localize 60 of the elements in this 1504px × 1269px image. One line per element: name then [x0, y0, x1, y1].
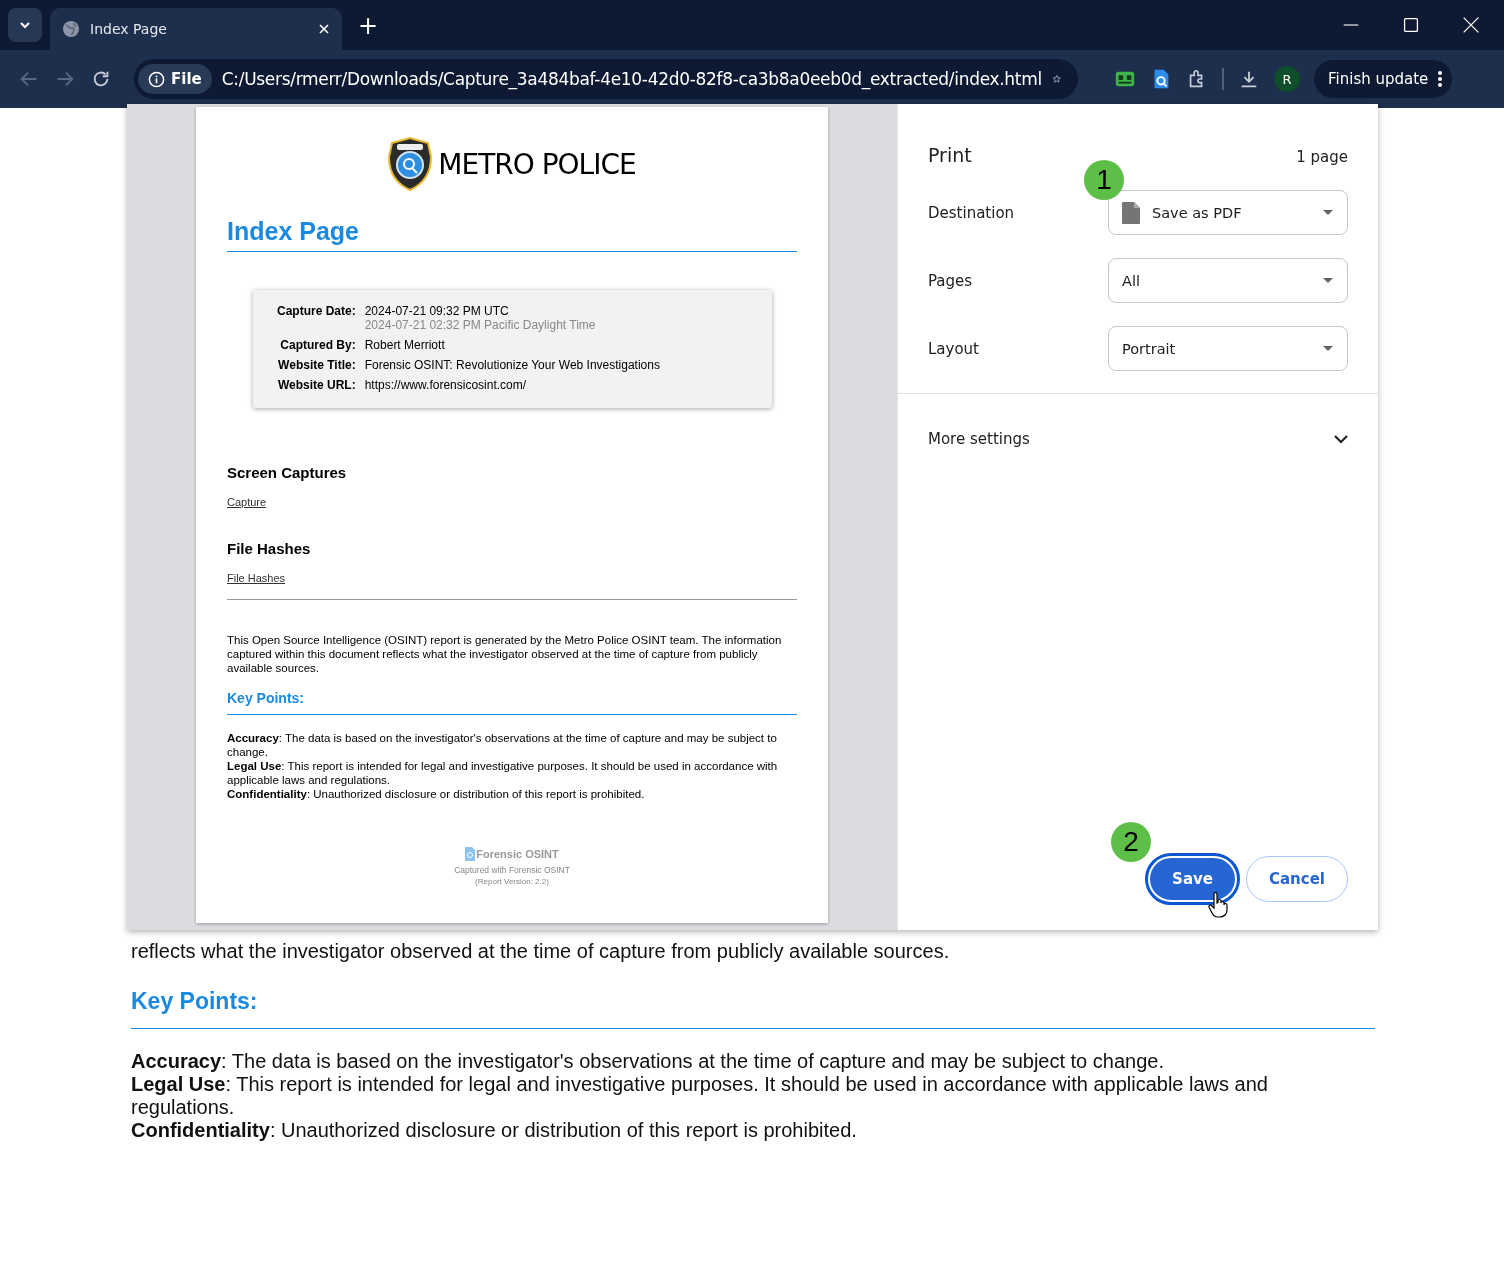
info-value: https://www.forensicosint.com/	[364, 378, 528, 392]
key-point: Confidentiality: Unauthorized disclosure or distribution of this report is prohibited.	[131, 1119, 858, 1142]
info-label: Captured By:	[279, 338, 356, 352]
section-link[interactable]: File Hashes	[227, 572, 286, 584]
key-point: Confidentiality: Unauthorized disclosure or distribution of this report is prohibited.	[227, 787, 646, 801]
step-badge: 1	[1084, 160, 1124, 200]
browser-tab[interactable]: Index Page	[50, 8, 342, 50]
footer-brand: Forensic OSINT	[476, 848, 559, 860]
report-paragraph: reflects what the investigator observed at the time of capture from publicly available sources.	[131, 940, 951, 963]
setting-label: Destination	[928, 203, 1015, 222]
chevron-icon[interactable]	[1334, 434, 1348, 444]
setting-dropdown[interactable]: Save as PDF	[1108, 190, 1348, 235]
key-point: Accuracy: The data is based on the investigator's observations at the time of capture and may be subject to change.	[227, 731, 778, 759]
document-title: Index Page	[227, 217, 360, 246]
address-bar[interactable]: File C:/Users/rmerr/Downloads/Capture_3a484baf-4e10-42d0-82f8-ca3b8a0eeb0d_extracted/index.html	[134, 59, 1078, 99]
info-label: Website URL:	[277, 378, 356, 392]
section-heading: File Hashes	[227, 540, 312, 557]
info-label: Capture Date:	[277, 304, 356, 320]
report-version: (Report Version: 2.2)	[475, 877, 549, 886]
dropdown-arrow-icon	[1323, 278, 1333, 283]
info-label: Website Title:	[277, 358, 356, 372]
setting-label: Pages	[928, 271, 973, 290]
info-value: 2024-07-21 09:32 PM UTC	[364, 304, 510, 318]
cancel-button[interactable]: Cancel	[1246, 856, 1348, 902]
globe-icon	[62, 20, 80, 38]
setting-dropdown[interactable]: All	[1108, 258, 1348, 303]
footer-caption: Captured with Forensic OSINT	[454, 865, 570, 875]
key-points-heading: Key Points:	[227, 690, 305, 706]
key-point: Accuracy: The data is based on the investigator's observations at the time of capture and may be subject to change.	[131, 1050, 1165, 1073]
tab-list-button[interactable]	[8, 8, 42, 42]
file-icon	[1122, 201, 1140, 224]
info-icon	[148, 70, 165, 88]
dropdown-arrow-icon	[1323, 346, 1333, 351]
key-point: Legal Use: This report is intended for legal and investigative purposes. It should be used in accordance with applicable laws and regulations.	[227, 759, 779, 787]
key-point: Legal Use: This report is intended for legal and investigative purposes. It should be used in accordance with applicable laws and regulations.	[131, 1073, 1269, 1119]
close-tab-icon[interactable]	[318, 23, 330, 35]
print-title: Print	[928, 144, 972, 166]
profile-avatar[interactable]: R	[1274, 66, 1300, 92]
setting-label: Layout	[928, 339, 979, 358]
info-secondary-value: 2024-07-21 02:32 PM Pacific Daylight Time	[364, 318, 597, 332]
save-button[interactable]: Save	[1148, 856, 1237, 902]
key-points-heading: Key Points:	[131, 988, 259, 1015]
info-value: Robert Merriott	[364, 338, 446, 352]
step-badge: 2	[1111, 822, 1152, 862]
page-count: 1 page	[1296, 148, 1348, 166]
section-heading: Screen Captures	[227, 464, 348, 481]
section-link[interactable]: Capture	[227, 496, 267, 508]
site-info-chip[interactable]: File	[138, 64, 212, 94]
police-badge-icon	[388, 137, 433, 191]
document-icon	[465, 847, 476, 861]
dropdown-arrow-icon	[1323, 210, 1333, 215]
info-value: Forensic OSINT: Revolutionize Your Web Investigations	[364, 358, 661, 372]
more-settings-toggle[interactable]: More settings	[928, 430, 1030, 448]
report-paragraph: This Open Source Intelligence (OSINT) report is generated by the Metro Police OSINT team. The information captured within this document reflects what the investigator observed at the time of capture from publicly available sources.	[227, 633, 783, 675]
setting-dropdown[interactable]: Portrait	[1108, 326, 1348, 371]
more-icon	[1438, 70, 1443, 88]
finish-update-button[interactable]: Finish update	[1314, 60, 1453, 98]
logo-text: METRO POLICE	[438, 147, 636, 181]
new-tab-button[interactable]: +	[350, 12, 387, 40]
hand-cursor-icon	[1208, 892, 1229, 918]
